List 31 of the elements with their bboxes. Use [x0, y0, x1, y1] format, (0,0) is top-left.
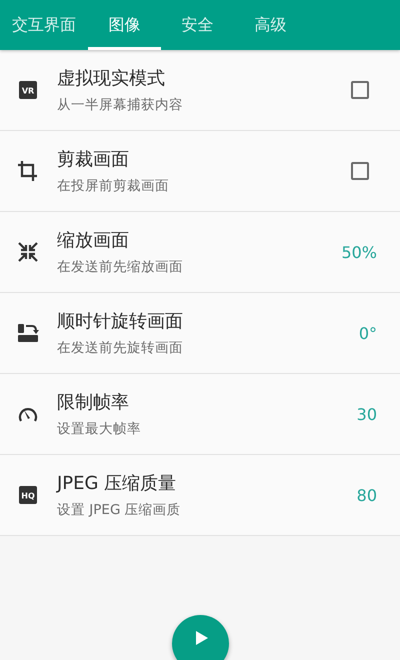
- setting-value: 80: [356, 486, 377, 504]
- setting-title: JPEG 压缩质量: [57, 472, 178, 495]
- setting-value: 50%: [341, 242, 377, 262]
- badge-icon: VR: [19, 81, 37, 99]
- setting-row[interactable]: VR 虚拟现实模式 从一半屏幕捕获内容: [0, 50, 400, 131]
- setting-title: 虚拟现实模式: [57, 67, 166, 90]
- setting-row[interactable]: 限制帧率 设置最大帧率 30: [0, 374, 400, 455]
- badge-icon: HQ: [19, 486, 37, 504]
- setting-row[interactable]: 剪裁画面 在投屏前剪裁画面: [0, 131, 400, 212]
- play-button[interactable]: [172, 615, 229, 660]
- setting-value: 30: [356, 404, 377, 424]
- setting-title: 限制帧率: [57, 391, 130, 414]
- setting-title: 缩放画面: [57, 229, 130, 252]
- setting-description: 从一半屏幕捕获内容: [57, 96, 184, 114]
- play-icon: [196, 630, 208, 644]
- shrink-icon: [18, 242, 38, 262]
- setting-description: 设置 JPEG 压缩画质: [57, 501, 182, 519]
- setting-title: 剪裁画面: [57, 148, 130, 171]
- setting-title: 顺时针旋转画面: [57, 310, 184, 333]
- checkbox[interactable]: [351, 81, 369, 99]
- setting-description: 设置最大帧率: [57, 420, 142, 438]
- setting-description: 在投屏前剪裁画面: [57, 177, 170, 195]
- checkbox[interactable]: [351, 162, 369, 180]
- setting-row[interactable]: 顺时针旋转画面 在发送前先旋转画面 0°: [0, 293, 400, 374]
- setting-description: 在发送前先缩放画面: [57, 258, 184, 276]
- crop-icon: [17, 160, 39, 182]
- setting-value: 0°: [358, 324, 377, 342]
- setting-row[interactable]: 缩放画面 在发送前先缩放画面 50%: [0, 212, 400, 293]
- rotate-icon: [17, 323, 39, 343]
- setting-row[interactable]: HQ JPEG 压缩质量 设置 JPEG 压缩画质 80: [0, 455, 400, 536]
- setting-description: 在发送前先旋转画面: [57, 339, 184, 357]
